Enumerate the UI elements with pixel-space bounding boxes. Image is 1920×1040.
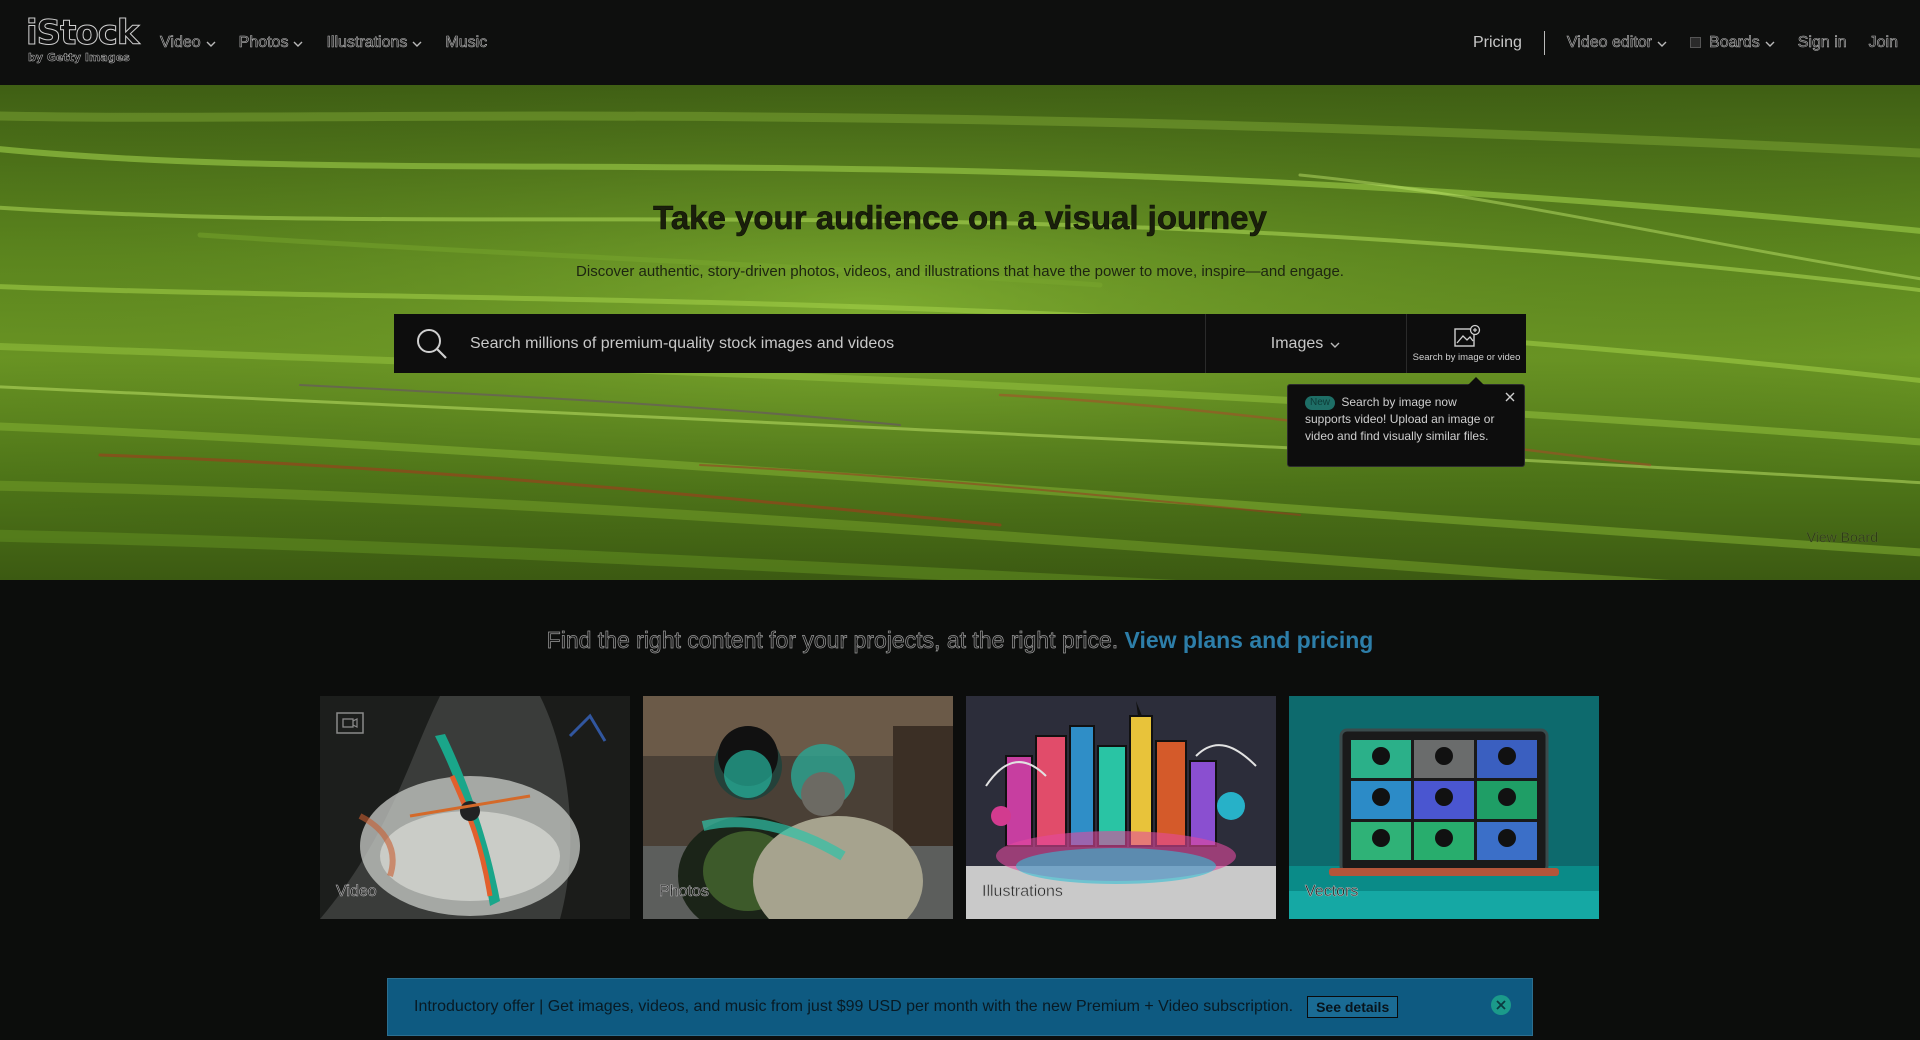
category-card-vectors[interactable]: Vectors bbox=[1289, 696, 1599, 919]
search-by-image-button[interactable]: Search by image or video bbox=[1406, 314, 1526, 373]
nav-video-editor[interactable]: Video editor bbox=[1566, 33, 1668, 52]
chevron-down-icon bbox=[292, 37, 304, 49]
pricing-text: Find the right content for your projects… bbox=[546, 627, 1119, 654]
nav-video-label: Video bbox=[160, 33, 201, 51]
search-bar: Images Search by image or video bbox=[394, 314, 1526, 373]
board-icon bbox=[1690, 37, 1702, 48]
istock-logo[interactable]: iStock by Getty Images bbox=[26, 13, 141, 68]
nav-boards[interactable]: Boards bbox=[1690, 33, 1776, 52]
nav-photos-label: Photos bbox=[238, 33, 289, 51]
category-card-video[interactable]: Video bbox=[320, 696, 630, 919]
nav-divider bbox=[1543, 30, 1545, 55]
view-plans-link[interactable]: View plans and pricing bbox=[1125, 627, 1374, 653]
hero-subtitle: Discover authentic, story-driven photos,… bbox=[576, 263, 1344, 280]
media-type-select[interactable]: Images bbox=[1205, 314, 1406, 373]
chevron-down-icon bbox=[1656, 37, 1668, 49]
nav-boards-label: Boards bbox=[1709, 33, 1760, 51]
chevron-down-icon bbox=[411, 37, 423, 49]
chevron-down-icon bbox=[205, 37, 217, 49]
category-cards: Video Photos Illustrations Vectors bbox=[320, 696, 1600, 919]
view-board-link[interactable]: View Board bbox=[1807, 529, 1879, 545]
primary-nav: Video Photos Illustrations Music bbox=[160, 0, 488, 85]
logo-subtitle: by Getty Images bbox=[28, 51, 130, 65]
card-label: Photos bbox=[659, 883, 709, 901]
chevron-down-icon bbox=[1764, 37, 1776, 49]
nav-music-label: Music bbox=[445, 33, 488, 51]
nav-illustrations-label: Illustrations bbox=[326, 33, 408, 51]
nav-pricing[interactable]: Pricing bbox=[1473, 34, 1522, 52]
search-by-image-label: Search by image or video bbox=[1412, 352, 1521, 363]
see-details-button[interactable]: See details bbox=[1307, 996, 1399, 1018]
close-icon[interactable] bbox=[1504, 391, 1516, 403]
search-icon[interactable] bbox=[394, 314, 470, 373]
nav-video-editor-label: Video editor bbox=[1566, 33, 1653, 51]
nav-illustrations[interactable]: Illustrations bbox=[326, 33, 423, 52]
nav-photos[interactable]: Photos bbox=[238, 33, 305, 52]
introductory-offer-banner: Introductory offer | Get images, videos,… bbox=[387, 978, 1533, 1036]
card-label: Vectors bbox=[1305, 883, 1359, 901]
top-navigation: iStock by Getty Images Video Photos Illu… bbox=[0, 0, 1920, 85]
hero-title: Take your audience on a visual journey bbox=[653, 199, 1267, 237]
category-card-illustrations[interactable]: Illustrations bbox=[966, 696, 1276, 919]
search-input[interactable] bbox=[470, 314, 1205, 373]
card-label: Illustrations bbox=[982, 883, 1064, 901]
secondary-nav: Pricing Video editor Boards Sign in Join bbox=[1473, 0, 1898, 85]
new-badge: New bbox=[1305, 396, 1336, 410]
sign-in-link[interactable]: Sign in bbox=[1797, 33, 1847, 52]
pricing-callout: Find the right content for your projects… bbox=[0, 627, 1920, 654]
chevron-down-icon bbox=[1329, 338, 1341, 350]
category-card-photos[interactable]: Photos bbox=[643, 696, 953, 919]
logo-wordmark: iStock bbox=[26, 13, 141, 53]
close-icon[interactable] bbox=[1490, 994, 1512, 1016]
image-search-icon bbox=[1453, 324, 1480, 347]
nav-video[interactable]: Video bbox=[160, 33, 217, 52]
offer-text: Introductory offer | Get images, videos,… bbox=[414, 998, 1294, 1015]
hero-banner: Take your audience on a visual journey D… bbox=[0, 85, 1920, 580]
search-by-image-tooltip: New Search by image now supports video! … bbox=[1287, 377, 1525, 467]
camera-icon bbox=[336, 712, 364, 734]
nav-music[interactable]: Music bbox=[445, 33, 488, 52]
media-type-value: Images bbox=[1270, 334, 1324, 352]
join-link[interactable]: Join bbox=[1868, 33, 1898, 52]
card-label: Video bbox=[336, 883, 377, 901]
